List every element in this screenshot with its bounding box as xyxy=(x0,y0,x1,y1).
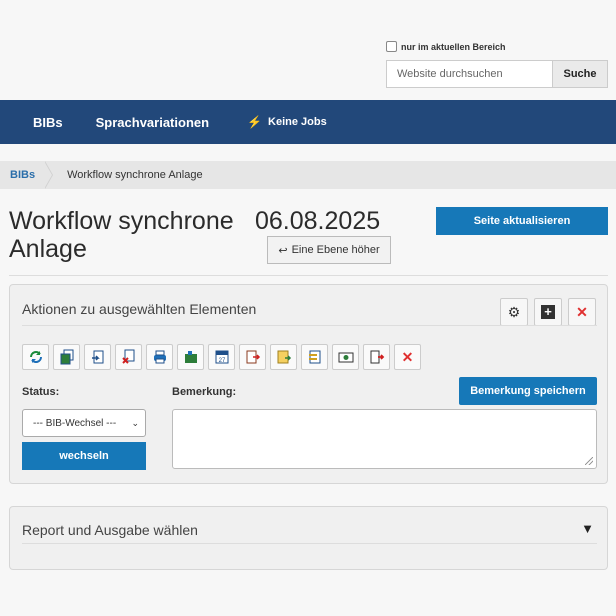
remark-textarea[interactable] xyxy=(172,409,597,469)
status-label: Status: xyxy=(22,386,60,398)
scope-checkbox-row[interactable]: nur im aktuellen Bereich xyxy=(386,41,506,52)
main-navbar: BIBs Sprachvariationen ⚡ Keine Jobs xyxy=(0,100,616,144)
close-panel-button[interactable]: ✕ xyxy=(568,298,596,326)
level-up-button[interactable]: ↩ Eine Ebene höher xyxy=(267,236,391,264)
move-button[interactable] xyxy=(270,344,297,370)
print-button[interactable] xyxy=(146,344,173,370)
export-button[interactable] xyxy=(239,344,266,370)
divider xyxy=(22,325,597,326)
nav-item-sprachvariationen[interactable]: Sprachvariationen xyxy=(96,115,209,130)
search-button[interactable]: Suche xyxy=(553,60,608,88)
bolt-icon: ⚡ xyxy=(247,115,263,129)
copy-icon xyxy=(60,349,73,365)
divider xyxy=(9,275,608,276)
caret-down-icon[interactable]: ▼ xyxy=(581,521,594,536)
breadcrumb-separator-icon xyxy=(44,161,57,189)
report-panel-title: Report und Ausgabe wählen xyxy=(22,522,198,538)
move-icon xyxy=(277,350,291,364)
switch-button[interactable]: wechseln xyxy=(22,442,146,470)
refresh-button[interactable] xyxy=(22,344,49,370)
chevron-down-icon: ⌄ xyxy=(131,417,139,428)
forward-icon xyxy=(370,350,384,364)
folder-icon xyxy=(184,351,197,363)
delete-copy-button[interactable] xyxy=(115,344,142,370)
breadcrumb-link-bibs[interactable]: BIBs xyxy=(10,169,35,181)
scope-checkbox[interactable] xyxy=(386,41,397,52)
actions-panel-title: Aktionen zu ausgewählten Elementen xyxy=(22,301,257,317)
scope-label: nur im aktuellen Bereich xyxy=(401,41,506,52)
paste-icon xyxy=(91,350,103,364)
breadcrumb: BIBs Workflow synchrone Anlage xyxy=(0,161,616,189)
delete-copy-icon xyxy=(121,349,134,364)
remove-icon: ✕ xyxy=(401,348,414,365)
resize-grip-icon[interactable] xyxy=(585,457,593,465)
calendar-number: 27 xyxy=(218,358,225,364)
divider xyxy=(22,543,597,544)
search-bar: Suche xyxy=(386,60,608,88)
plus-square-icon: + xyxy=(541,305,555,319)
refresh-page-button[interactable]: Seite aktualisieren xyxy=(436,207,608,235)
search-input[interactable] xyxy=(386,60,553,88)
level-up-icon: ↩ xyxy=(278,244,288,257)
paste-button[interactable] xyxy=(84,344,111,370)
calendar-button[interactable]: 27 xyxy=(208,344,235,370)
level-up-label: Eine Ebene höher xyxy=(291,244,380,256)
refresh-icon xyxy=(29,351,42,363)
remove-button[interactable]: ✕ xyxy=(394,344,421,370)
actions-panel: Aktionen zu ausgewählten Elementen ⚙ + ✕ xyxy=(9,284,608,484)
close-icon: ✕ xyxy=(576,303,588,320)
report-panel[interactable]: Report und Ausgabe wählen ▼ xyxy=(9,506,608,570)
calendar-icon: 27 xyxy=(215,350,228,364)
nav-item-bibs[interactable]: BIBs xyxy=(33,115,63,130)
action-toolbar: 27 ✕ xyxy=(22,344,421,370)
folder-button[interactable] xyxy=(177,344,204,370)
transfer-icon xyxy=(308,350,320,364)
transfer-button[interactable] xyxy=(301,344,328,370)
expand-button[interactable]: + xyxy=(534,298,562,326)
nav-item-jobs[interactable]: ⚡ Keine Jobs xyxy=(247,115,327,129)
status-select-value: --- BIB-Wechsel --- xyxy=(33,417,117,429)
export-icon xyxy=(246,350,260,364)
breadcrumb-current: Workflow synchrone Anlage xyxy=(67,169,203,181)
forward-button[interactable] xyxy=(363,344,390,370)
print-icon xyxy=(153,350,166,364)
remark-label: Bemerkung: xyxy=(172,386,237,398)
nav-item-jobs-label: Keine Jobs xyxy=(268,116,327,128)
status-select[interactable]: --- BIB-Wechsel --- ⌄ xyxy=(22,409,146,437)
page-date: 06.08.2025 xyxy=(255,207,381,235)
gear-icon: ⚙ xyxy=(507,303,521,320)
camera-icon xyxy=(338,352,353,363)
save-remark-button[interactable]: Bemerkung speichern xyxy=(459,377,597,405)
copy-button[interactable] xyxy=(53,344,80,370)
page-title: Workflow synchrone Anlage xyxy=(9,207,234,263)
camera-button[interactable] xyxy=(332,344,359,370)
page: nur im aktuellen Bereich Suche BIBs Spra… xyxy=(0,0,616,616)
settings-button[interactable]: ⚙ xyxy=(500,298,528,326)
